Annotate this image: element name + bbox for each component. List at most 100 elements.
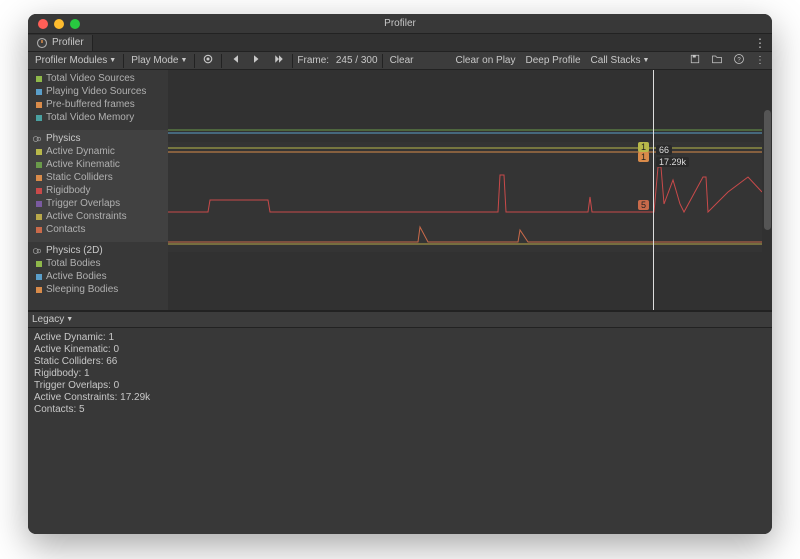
module-sidebar: Total Video Sources Playing Video Sources… — [28, 70, 168, 310]
detail-panel: Active Dynamic: 1Active Kinematic: 0Stat… — [28, 328, 772, 534]
module-legend-item[interactable]: Active Kinematic — [32, 158, 164, 171]
clear-button[interactable]: Clear — [387, 55, 417, 66]
legend-label: Playing Video Sources — [46, 86, 146, 97]
prev-frame-button[interactable] — [226, 53, 244, 68]
legend-label: Total Video Sources — [46, 73, 135, 84]
legend-label: Rigidbody — [46, 185, 90, 196]
legend-swatch-icon — [36, 175, 42, 181]
legend-swatch-icon — [36, 261, 42, 267]
legend-swatch-icon — [36, 162, 42, 168]
legend-label: Active Constraints — [46, 211, 127, 222]
titlebar: Profiler — [28, 14, 772, 34]
module-video[interactable]: Total Video Sources Playing Video Sources… — [28, 70, 168, 130]
legend-label: Total Bodies — [46, 258, 100, 269]
detail-row: Rigidbody: 1 — [34, 368, 766, 380]
chevron-down-icon: ▼ — [109, 57, 116, 64]
frame-indicator: Frame: 245 / 300 — [297, 55, 377, 66]
module-physics2d[interactable]: Physics (2D) Total BodiesActive BodiesSl… — [28, 242, 168, 302]
value-chip: 1 — [638, 142, 649, 152]
legend-label: Active Bodies — [46, 271, 107, 282]
detail-row: Trigger Overlaps: 0 — [34, 380, 766, 392]
value-chip: 5 — [638, 200, 649, 210]
toolbar: Profiler Modules ▼ Play Mode ▼ Frame: 24… — [28, 52, 772, 70]
module-physics[interactable]: Physics Active DynamicActive KinematicSt… — [28, 130, 168, 242]
module-legend-item[interactable]: Total Video Memory — [32, 111, 164, 124]
graph-strip-video[interactable] — [168, 70, 762, 142]
scroll-thumb[interactable] — [764, 110, 771, 230]
playhead-global[interactable] — [653, 70, 654, 310]
legend-swatch-icon — [36, 76, 42, 82]
legend-swatch-icon — [36, 214, 42, 220]
legend-label: Active Kinematic — [46, 159, 120, 170]
module-legend-item[interactable]: Playing Video Sources — [32, 85, 164, 98]
module-legend-item[interactable]: Rigidbody — [32, 184, 164, 197]
legend-label: Sleeping Bodies — [46, 284, 118, 295]
graph-strip-physics[interactable]: 1 1 66 17.29k 5 — [168, 142, 762, 252]
physics2d-icon — [32, 246, 42, 256]
detail-row: Active Constraints: 17.29k — [34, 392, 766, 404]
legend-swatch-icon — [36, 287, 42, 293]
legend-label: Trigger Overlaps — [46, 198, 120, 209]
clear-on-play-toggle[interactable]: Clear on Play — [452, 55, 518, 66]
save-profile-button[interactable] — [686, 53, 704, 68]
module-legend-item[interactable]: Total Bodies — [32, 257, 164, 270]
graph-strip-physics2d[interactable] — [168, 252, 762, 310]
chevron-down-icon: ▼ — [643, 57, 650, 64]
load-profile-button[interactable] — [708, 53, 726, 68]
next-frame-button[interactable] — [248, 53, 266, 68]
chevron-down-icon: ▼ — [180, 57, 187, 64]
current-frame-button[interactable] — [270, 53, 288, 68]
detail-toolbar: Legacy ▼ — [28, 312, 772, 328]
value-chip: 66 — [656, 145, 672, 155]
profiler-modules-dropdown[interactable]: Profiler Modules ▼ — [32, 55, 119, 66]
value-chip: 1 — [638, 152, 649, 162]
detail-mode-dropdown[interactable]: Legacy ▼ — [32, 314, 73, 325]
graph-region[interactable]: 1 1 66 17.29k 5 — [168, 70, 772, 310]
legend-label: Static Colliders — [46, 172, 113, 183]
legend-swatch-icon — [36, 227, 42, 233]
legend-swatch-icon — [36, 188, 42, 194]
module-legend-item[interactable]: Active Dynamic — [32, 145, 164, 158]
legend-swatch-icon — [36, 149, 42, 155]
svg-text:?: ? — [737, 57, 741, 63]
detail-row: Active Kinematic: 0 — [34, 344, 766, 356]
vertical-scrollbar[interactable] — [762, 70, 772, 310]
legend-label: Active Dynamic — [46, 146, 115, 157]
legend-label: Contacts — [46, 224, 85, 235]
legend-swatch-icon — [36, 201, 42, 207]
module-legend-item[interactable]: Sleeping Bodies — [32, 283, 164, 296]
tab-profiler[interactable]: Profiler — [28, 35, 93, 51]
detail-row: Active Dynamic: 1 — [34, 332, 766, 344]
module-legend-item[interactable]: Pre-buffered frames — [32, 98, 164, 111]
legend-swatch-icon — [36, 274, 42, 280]
content-area: Total Video Sources Playing Video Sources… — [28, 70, 772, 534]
play-mode-dropdown[interactable]: Play Mode ▼ — [128, 55, 190, 66]
legend-swatch-icon — [36, 115, 42, 121]
window-title: Profiler — [28, 18, 772, 29]
help-button[interactable]: ? — [730, 53, 748, 68]
call-stacks-dropdown[interactable]: Call Stacks ▼ — [588, 55, 653, 66]
menu-button[interactable]: ⋮ — [752, 55, 768, 66]
graph-panels: Total Video Sources Playing Video Sources… — [28, 70, 772, 310]
legend-label: Total Video Memory — [46, 112, 134, 123]
module-legend-item[interactable]: Total Video Sources — [32, 72, 164, 85]
legend-label: Pre-buffered frames — [46, 99, 135, 110]
legend-swatch-icon — [36, 102, 42, 108]
tab-menu-icon[interactable]: ⋮ — [748, 36, 772, 50]
physics-icon — [32, 134, 42, 144]
detail-row: Static Colliders: 66 — [34, 356, 766, 368]
chevron-down-icon: ▼ — [66, 316, 73, 323]
tab-row: Profiler ⋮ — [28, 34, 772, 52]
profiler-icon — [36, 37, 48, 49]
module-legend-item[interactable]: Contacts — [32, 223, 164, 236]
detail-row: Contacts: 5 — [34, 404, 766, 416]
record-button[interactable] — [199, 53, 217, 68]
module-legend-item[interactable]: Active Bodies — [32, 270, 164, 283]
profiler-window: Profiler Profiler ⋮ Profiler Modules ▼ P… — [28, 14, 772, 534]
legend-swatch-icon — [36, 89, 42, 95]
module-legend-item[interactable]: Trigger Overlaps — [32, 197, 164, 210]
module-legend-item[interactable]: Static Colliders — [32, 171, 164, 184]
value-chip: 17.29k — [656, 157, 689, 167]
module-legend-item[interactable]: Active Constraints — [32, 210, 164, 223]
deep-profile-toggle[interactable]: Deep Profile — [523, 55, 584, 66]
